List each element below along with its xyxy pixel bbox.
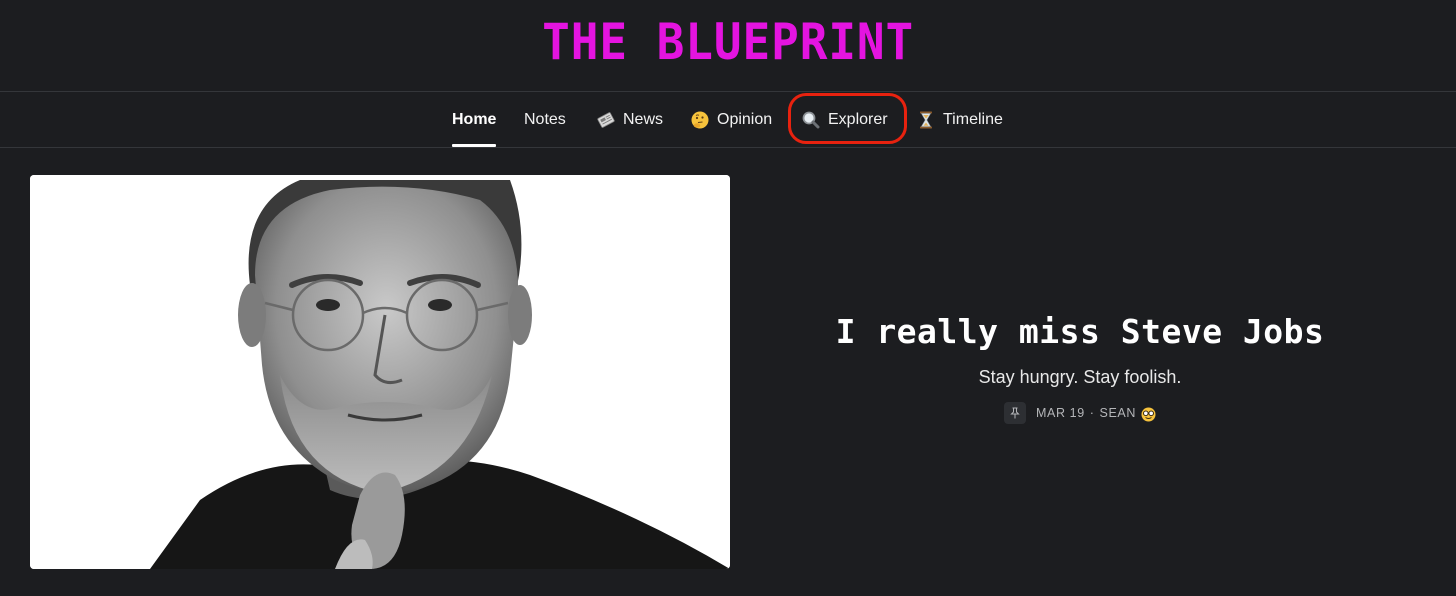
post-subtitle: Stay hungry. Stay foolish. bbox=[978, 367, 1182, 387]
magnifying-glass-icon bbox=[801, 110, 821, 130]
hourglass-icon bbox=[916, 110, 936, 130]
featured-post-image[interactable] bbox=[30, 175, 730, 569]
nav-item-label: Opinion bbox=[717, 110, 773, 128]
post-meta: MAR 19 · SEAN bbox=[1004, 402, 1156, 424]
nav-item-label: Home bbox=[452, 110, 497, 128]
nerd-face-icon bbox=[1141, 407, 1156, 422]
post-title[interactable]: I really miss Steve Jobs bbox=[750, 312, 1410, 351]
post-author[interactable]: SEAN bbox=[1100, 406, 1136, 420]
nav-item-notes[interactable]: Notes bbox=[524, 92, 566, 147]
pin-icon bbox=[1004, 402, 1026, 424]
main-nav: Home Notes News Opinion Explorer Timelin… bbox=[0, 92, 1456, 148]
nav-item-home[interactable]: Home bbox=[452, 92, 497, 147]
nav-item-news[interactable]: News bbox=[596, 92, 663, 147]
site-header: THE BLUEPRINT bbox=[0, 0, 1456, 92]
nav-item-label: Timeline bbox=[943, 110, 1003, 128]
nav-item-opinion[interactable]: Opinion bbox=[690, 92, 772, 147]
featured-post-text: I really miss Steve Jobs Stay hungry. St… bbox=[750, 300, 1410, 424]
nav-item-label: Explorer bbox=[828, 110, 888, 128]
meta-separator: · bbox=[1089, 406, 1095, 420]
nav-item-label: News bbox=[623, 110, 664, 128]
site-title[interactable]: THE BLUEPRINT bbox=[542, 13, 914, 71]
nav-item-label: Notes bbox=[524, 110, 566, 128]
thinking-face-icon bbox=[690, 110, 710, 130]
steve-jobs-portrait bbox=[30, 175, 730, 569]
post-date: MAR 19 bbox=[1036, 406, 1085, 420]
newspaper-icon bbox=[596, 110, 616, 130]
nav-item-explorer[interactable]: Explorer bbox=[801, 92, 888, 147]
nav-item-timeline[interactable]: Timeline bbox=[916, 92, 1003, 147]
